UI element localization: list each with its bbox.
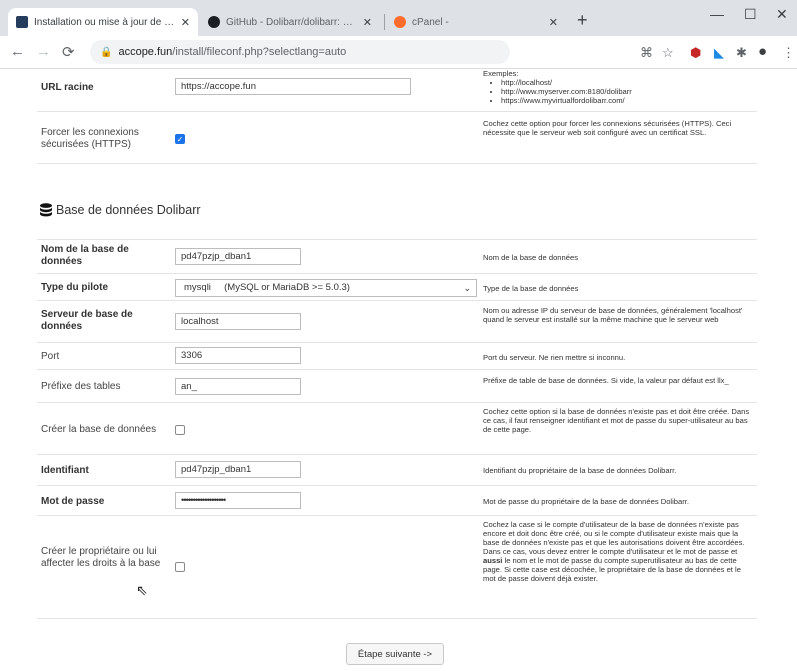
db-login-help: Identifiant du propriétaire de la base d…: [483, 466, 677, 475]
tab-close-icon[interactable]: ✕: [181, 16, 190, 29]
db-password-help: Mot de passe du propriétaire de la base …: [483, 497, 690, 506]
db-name-help: Nom de la base de données: [483, 253, 578, 262]
page-content: URL racine https://accope.fun Exemples: …: [0, 69, 797, 671]
db-server-input[interactable]: localhost: [175, 313, 301, 330]
section-title-text: Base de données Dolibarr: [56, 203, 201, 217]
chevron-down-icon: ⌄: [463, 283, 471, 293]
force-https-checkbox[interactable]: ✓: [175, 134, 185, 144]
driver-select[interactable]: mysqli (MySQL or MariaDB >= 5.0.3) ⌄: [175, 279, 477, 297]
force-https-row: Forcer les connexions sécurisées (HTTPS)…: [37, 112, 757, 164]
url-root-row: URL racine https://accope.fun Exemples: …: [37, 69, 757, 112]
extensions-puzzle-icon[interactable]: ✱: [736, 45, 747, 61]
port-help: Port du serveur. Ne rien mettre si incon…: [483, 353, 626, 362]
db-server-row: Serveur de base de données localhost Nom…: [37, 301, 757, 343]
next-step-button[interactable]: Étape suivante ->: [346, 643, 444, 665]
minimize-button[interactable]: —: [710, 6, 724, 22]
mouse-pointer-icon: ⇖: [136, 582, 148, 598]
db-login-input[interactable]: pd47pzjp_dban1: [175, 461, 301, 478]
menu-kebab-icon[interactable]: ⋮: [782, 45, 795, 61]
create-db-row: Créer la base de données Cochez cette op…: [37, 403, 757, 455]
shield-extension-icon[interactable]: ⬢: [690, 45, 701, 61]
example-item: https://www.myvirtualfordolibarr.com/: [501, 96, 753, 105]
driver-label: Type du pilote: [41, 282, 109, 293]
lock-icon: 🔒: [100, 46, 113, 58]
db-name-label: Nom de la base de données: [41, 244, 129, 267]
new-tab-button[interactable]: +: [577, 10, 588, 31]
section-title: Base de données Dolibarr: [39, 203, 201, 217]
db-login-label: Identifiant: [41, 465, 89, 476]
tab-close-icon[interactable]: ✕: [549, 16, 558, 29]
db-password-input[interactable]: •••••••••••••••••••: [175, 492, 301, 509]
port-row: Port 3306 Port du serveur. Ne rien mettr…: [37, 343, 757, 370]
db-password-label: Mot de passe: [41, 496, 105, 507]
example-item: http://localhost/: [501, 78, 753, 87]
examples-title: Exemples:: [483, 69, 519, 78]
url-host: accope.fun: [118, 46, 173, 58]
address-toolbar: ← → ⟳ 🔒 accope.fun/install/fileconf.php?…: [0, 36, 797, 69]
database-icon: [40, 203, 52, 217]
driver-row: Type du pilote mysqli (MySQL or MariaDB …: [37, 274, 757, 301]
browser-tab-bar: Installation ou mise à jour de Do ✕ GitH…: [0, 0, 797, 36]
create-db-help: Cochez cette option si la base de donnée…: [483, 407, 750, 434]
window-close-button[interactable]: ✕: [776, 6, 788, 23]
tab-title: cPanel -: [412, 16, 449, 28]
driver-help: Type de la base de données: [483, 284, 579, 293]
tab-cpanel[interactable]: cPanel - ✕: [386, 8, 566, 36]
db-login-row: Identifiant pd47pzjp_dban1 Identifiant d…: [37, 455, 757, 486]
create-owner-label: Créer le propriétaire ou lui affecter le…: [41, 546, 161, 569]
back-arrow-icon[interactable]: ←: [10, 43, 25, 60]
create-owner-help-part2: le nom et le mot de passe du compte supe…: [483, 556, 741, 583]
create-owner-help: Cochez la case si le compte d'utilisateu…: [483, 520, 753, 583]
table-prefix-label: Préfixe des tables: [41, 381, 121, 392]
cpanel-favicon-icon: [394, 16, 406, 28]
force-https-label: Forcer les connexions sécurisées (HTTPS): [41, 127, 139, 151]
dolibarr-favicon-icon: [16, 16, 28, 28]
create-owner-help-bold: aussi: [483, 556, 503, 565]
create-owner-checkbox[interactable]: [175, 562, 185, 572]
create-owner-row: Créer le propriétaire ou lui affecter le…: [37, 516, 757, 619]
force-https-help: Cochez cette option pour forcer les conn…: [483, 119, 732, 137]
db-server-help: Nom ou adresse IP du serveur de base de …: [483, 306, 743, 324]
address-bar[interactable]: 🔒 accope.fun/install/fileconf.php?select…: [90, 40, 510, 64]
force-https-label-line1: Forcer les connexions: [41, 127, 139, 138]
create-db-label: Créer la base de données: [41, 424, 157, 435]
maximize-button[interactable]: ☐: [744, 6, 757, 23]
github-favicon-icon: [208, 16, 220, 28]
db-name-input[interactable]: pd47pzjp_dban1: [175, 248, 301, 265]
create-db-checkbox[interactable]: [175, 425, 185, 435]
bookmark-star-icon[interactable]: ☆: [662, 45, 674, 61]
create-owner-help-part1: Cochez la case si le compte d'utilisateu…: [483, 520, 745, 556]
forward-arrow-icon[interactable]: →: [36, 43, 51, 60]
table-prefix-help: Préfixe de table de base de données. Si …: [483, 376, 729, 385]
tab-github[interactable]: GitHub - Dolibarr/dolibarr: Doli ✕: [200, 8, 380, 36]
url-root-input[interactable]: https://accope.fun: [175, 78, 411, 95]
tab-title: Installation ou mise à jour de Do: [34, 16, 175, 28]
db-name-row: Nom de la base de données pd47pzjp_dban1…: [37, 239, 757, 274]
reload-icon[interactable]: ⟳: [62, 43, 75, 61]
tab-close-icon[interactable]: ✕: [363, 16, 372, 29]
url-root-help: Exemples: http://localhost/ http://www.m…: [483, 69, 753, 105]
force-https-label-line2: sécurisées (HTTPS): [41, 139, 132, 150]
tab-separator: [384, 14, 385, 30]
table-prefix-input[interactable]: an_: [175, 378, 301, 395]
table-prefix-row: Préfixe des tables an_ Préfixe de table …: [37, 370, 757, 403]
port-input[interactable]: 3306: [175, 347, 301, 364]
example-item: http://www.myserver.com:8180/dolibarr: [501, 87, 753, 96]
url-root-label: URL racine: [41, 82, 94, 93]
db-password-row: Mot de passe ••••••••••••••••••• Mot de …: [37, 486, 757, 516]
port-label: Port: [41, 351, 60, 362]
profile-avatar-icon[interactable]: ●: [758, 43, 767, 60]
tab-title: GitHub - Dolibarr/dolibarr: Doli: [226, 16, 357, 28]
db-server-label: Serveur de base de données: [41, 309, 133, 332]
url-path: /install/fileconf.php?selectlang=auto: [172, 46, 347, 58]
tab-dolibarr-install[interactable]: Installation ou mise à jour de Do ✕: [8, 8, 198, 36]
driver-select-value: mysqli (MySQL or MariaDB >= 5.0.3): [184, 282, 350, 293]
translate-icon[interactable]: ⌘: [640, 45, 653, 61]
color-extension-icon[interactable]: ◣: [714, 45, 724, 61]
